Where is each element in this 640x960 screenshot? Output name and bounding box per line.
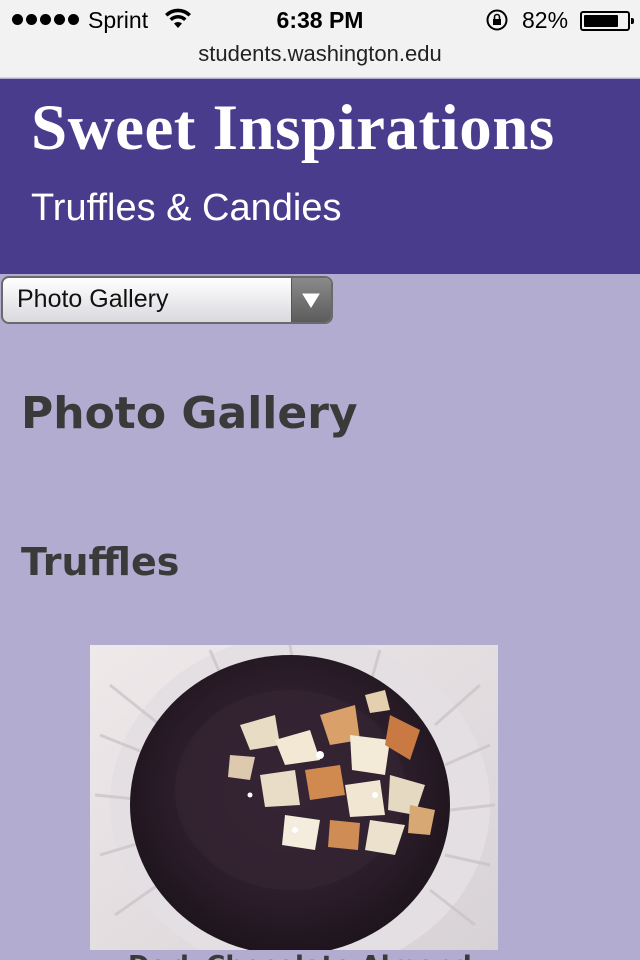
truffle-photo — [90, 645, 498, 950]
page-select-value: Photo Gallery — [17, 285, 169, 313]
battery-icon — [580, 11, 634, 31]
page-select[interactable]: Photo Gallery — [1, 276, 333, 324]
battery-percent: 82% — [522, 7, 569, 33]
url-bar[interactable]: students.washington.edu — [0, 40, 640, 78]
site-subtitle: Truffles & Candies — [31, 187, 342, 229]
photo-caption: Dark Chocolate Almond — [128, 951, 472, 960]
site-header: Sweet Inspirations Truffles & Candies — [0, 79, 640, 274]
chevron-down-icon[interactable] — [291, 278, 331, 322]
status-bar: Sprint 6:38 PM 82% — [0, 0, 640, 40]
rotation-lock-icon — [486, 9, 508, 31]
section-title: Truffles — [21, 540, 180, 584]
url-text: students.washington.edu — [198, 41, 442, 66]
site-title: Sweet Inspirations — [31, 92, 555, 164]
page-title: Photo Gallery — [21, 388, 358, 439]
